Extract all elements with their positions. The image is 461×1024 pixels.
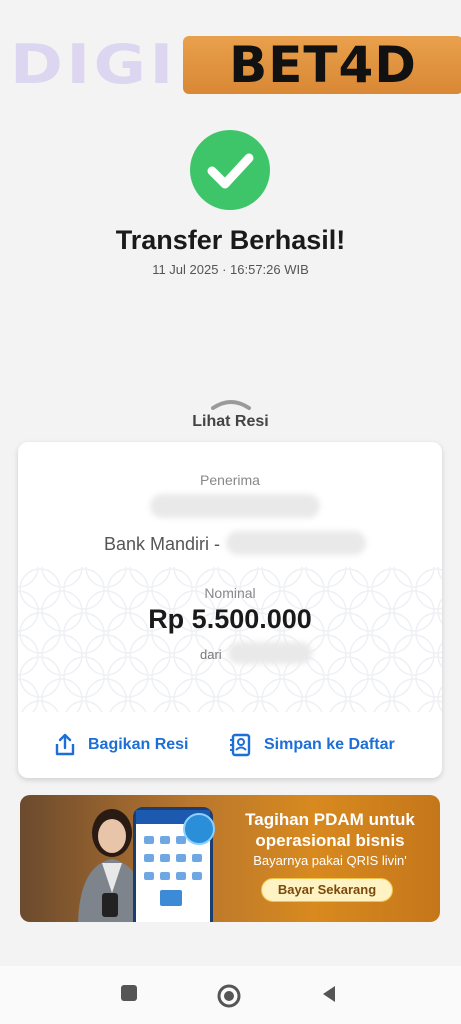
recipient-name-redacted bbox=[150, 494, 320, 518]
transaction-datetime: 11 Jul 2025 · 16:57:26 WIB bbox=[152, 262, 309, 277]
nominal-label: Nominal bbox=[204, 585, 256, 601]
sender-name-redacted bbox=[228, 642, 312, 664]
recipient-bank: Bank Mandiri - bbox=[104, 534, 221, 554]
banner-title: Tagihan PDAM untuk operasional bisnis bbox=[245, 810, 415, 850]
brand-logo: DIGI BET4D bbox=[10, 33, 461, 96]
save-to-list-label: Simpan ke Daftar bbox=[264, 736, 395, 753]
pay-now-button[interactable]: Bayar Sekarang bbox=[261, 878, 393, 902]
logo-text-digi: DIGI bbox=[10, 33, 177, 96]
share-upload-icon bbox=[55, 733, 75, 756]
contact-save-icon bbox=[230, 733, 251, 757]
receipt-card: Penerima Bank Mandiri - Nominal Rp 5.500… bbox=[18, 442, 442, 778]
check-circle-icon bbox=[190, 130, 270, 210]
triangle-back-icon[interactable] bbox=[318, 983, 340, 1005]
sender-label: dari bbox=[200, 647, 222, 662]
share-receipt-label: Bagikan Resi bbox=[88, 736, 189, 753]
recipient-label: Penerima bbox=[200, 472, 260, 488]
promo-banner[interactable]: Tagihan PDAM untuk operasional bisnis Ba… bbox=[20, 795, 440, 922]
qris-badge-icon bbox=[183, 813, 215, 845]
view-receipt-toggle[interactable]: Lihat Resi bbox=[0, 413, 461, 431]
status-title: Transfer Berhasil! bbox=[115, 225, 346, 255]
share-receipt-button[interactable]: Bagikan Resi bbox=[52, 732, 188, 758]
system-nav-bar bbox=[0, 966, 461, 1024]
banner-subtitle: Bayarnya pakai QRIS livin' bbox=[253, 853, 407, 868]
transfer-amount: Rp 5.500.000 bbox=[148, 604, 312, 634]
logo-text-bet4d: BET4D bbox=[183, 36, 461, 94]
chevron-up-icon[interactable] bbox=[211, 398, 251, 410]
square-icon[interactable] bbox=[119, 983, 139, 1003]
circle-icon[interactable] bbox=[216, 983, 242, 1009]
save-to-list-button[interactable]: Simpan ke Daftar bbox=[228, 732, 395, 758]
recipient-account-redacted bbox=[226, 531, 366, 555]
